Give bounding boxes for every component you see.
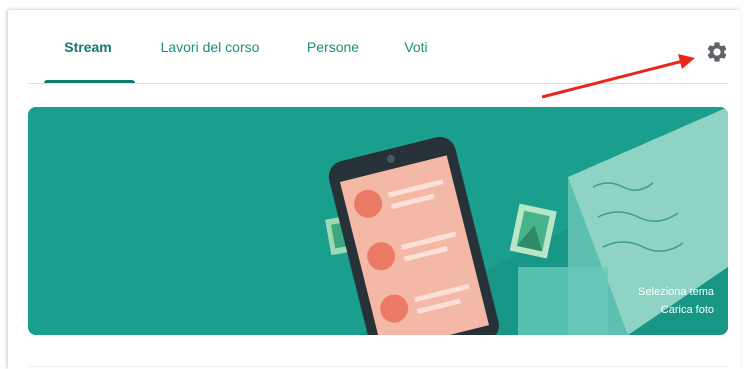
banner-illustration <box>28 107 728 335</box>
gear-icon[interactable] <box>705 40 729 64</box>
upload-photo-link[interactable]: Carica foto <box>661 304 714 316</box>
tab-stream[interactable]: Stream <box>60 10 116 84</box>
tab-persone[interactable]: Persone <box>300 10 366 84</box>
content-divider <box>28 366 728 367</box>
select-theme-link[interactable]: Seleziona tema <box>638 286 714 298</box>
tab-voti[interactable]: Voti <box>400 10 432 84</box>
class-banner: Seleziona tema Carica foto <box>28 107 728 335</box>
envelope-illustration <box>518 267 608 335</box>
header-divider <box>28 83 728 84</box>
tab-lavori-del-corso[interactable]: Lavori del corso <box>154 10 266 84</box>
